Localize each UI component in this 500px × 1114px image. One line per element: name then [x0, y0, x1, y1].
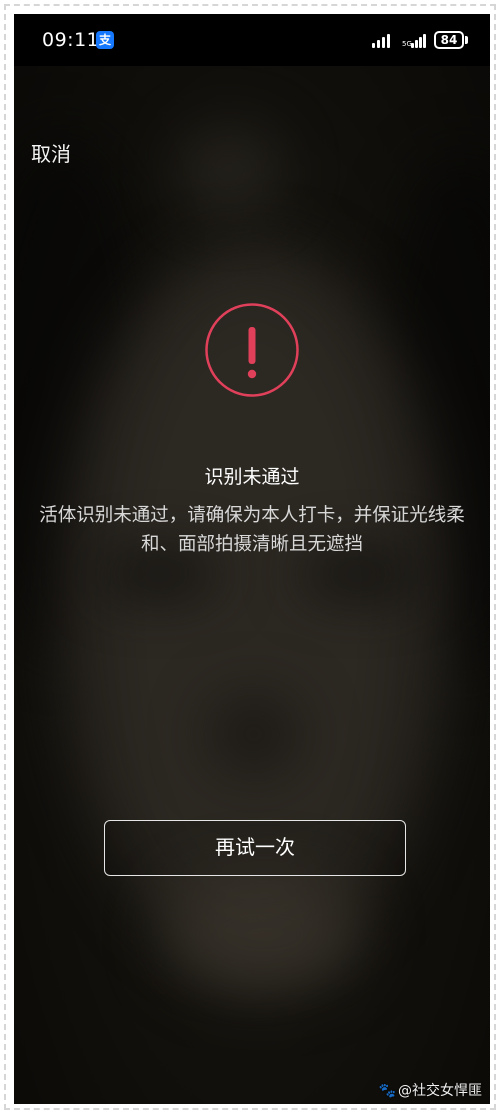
- battery-level: 84: [440, 33, 458, 47]
- alert-message: 活体识别未通过，请确保为本人打卡，并保证光线柔和、面部拍摄清晰且无遮挡: [39, 505, 465, 555]
- cellular-signal-icon: [372, 32, 394, 48]
- camera-preview-background: [14, 14, 490, 1104]
- exclamation-circle-icon: [205, 303, 299, 397]
- cellular-signal-5g-icon: 5G: [402, 32, 426, 48]
- watermark: 🐾 @社交女悍匪: [379, 1080, 482, 1100]
- cancel-button[interactable]: 取消: [31, 138, 71, 167]
- alert-title: 识别未通过: [204, 466, 300, 488]
- phone-screen: 09:11 支 5G 84 取消 识别未通过 活体识别未通过，请确保为本人打卡，…: [14, 14, 490, 1104]
- paw-icon: 🐾: [378, 1083, 396, 1099]
- status-bar: 09:11 支 5G 84: [14, 14, 490, 66]
- screenshot-frame: 09:11 支 5G 84 取消 识别未通过 活体识别未通过，请确保为本人打卡，…: [4, 4, 496, 1110]
- battery-tip: [465, 36, 468, 44]
- retry-button[interactable]: 再试一次: [104, 820, 406, 876]
- alipay-notification-icon: 支: [96, 31, 114, 49]
- battery-icon: 84: [434, 31, 464, 49]
- status-time: 09:11: [42, 29, 100, 51]
- watermark-text: @社交女悍匪: [398, 1083, 482, 1099]
